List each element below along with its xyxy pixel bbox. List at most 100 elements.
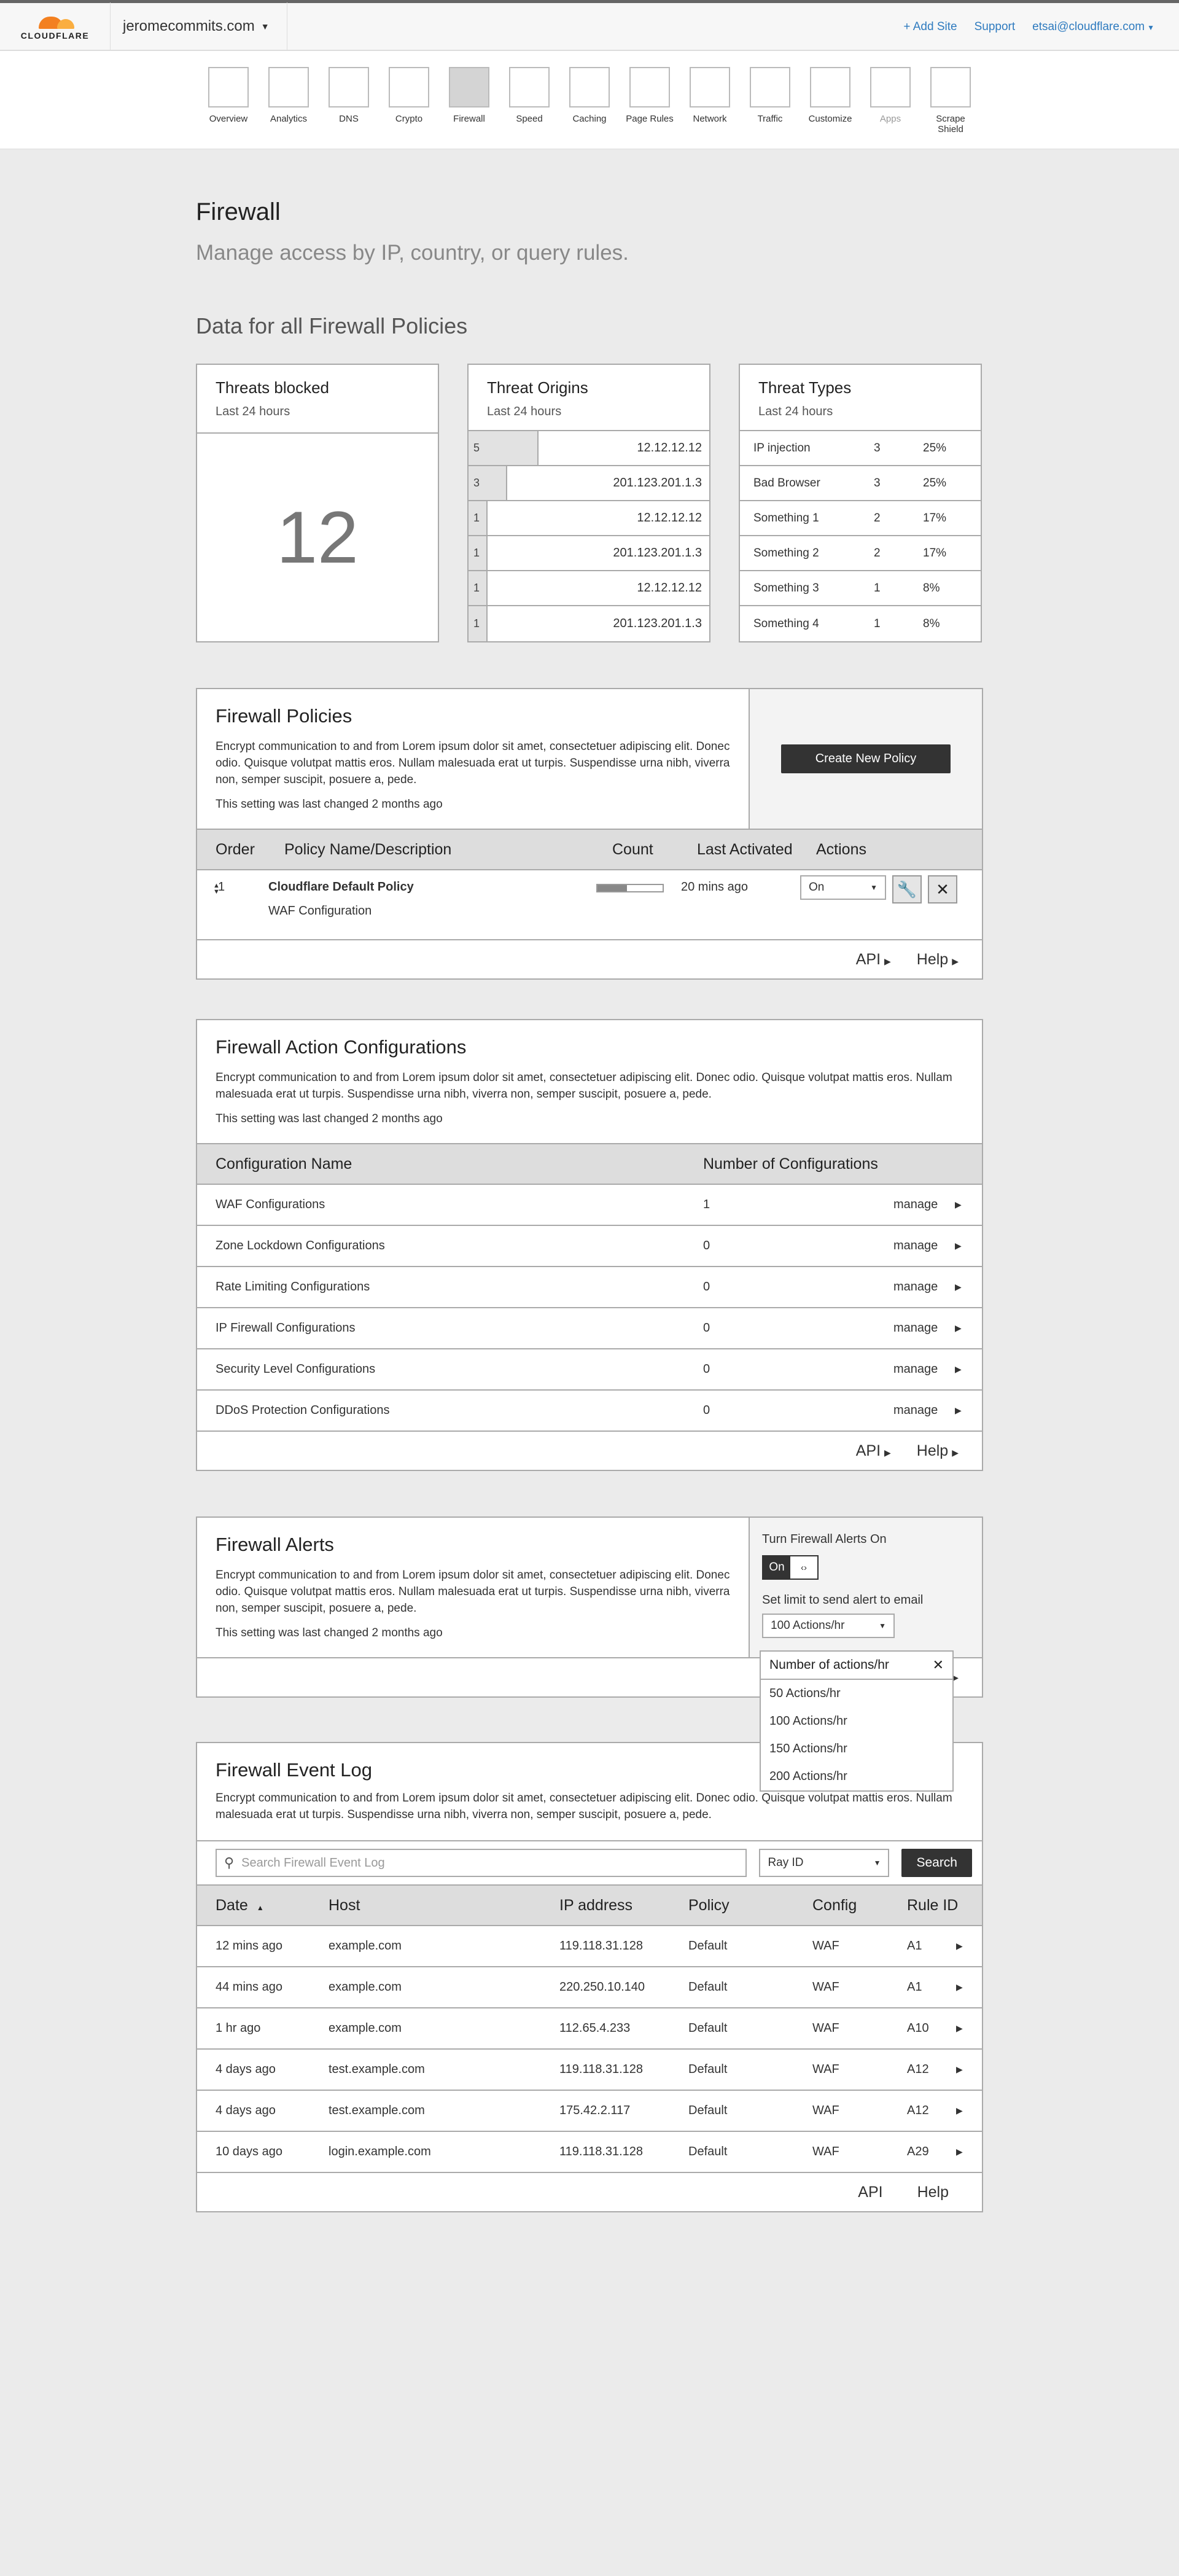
api-link[interactable]: API ▶: [856, 1442, 891, 1460]
help-link[interactable]: Help: [917, 2184, 949, 2201]
policy-name[interactable]: Cloudflare Default Policy: [268, 880, 596, 894]
search-filter-select[interactable]: Ray ID ▼: [759, 1849, 890, 1877]
data-heading: Data for all Firewall Policies: [196, 313, 468, 338]
nav-item-apps[interactable]: Apps: [860, 67, 920, 149]
caret-right-icon[interactable]: ▶: [955, 1200, 962, 1210]
type-row: Something 1 2 17%: [740, 501, 981, 536]
policy-state-select[interactable]: On ▼: [800, 875, 886, 900]
log-config: WAF: [812, 2063, 839, 2076]
network-icon: [690, 67, 730, 107]
dropdown-option[interactable]: 200 Actions/hr: [761, 1763, 952, 1790]
table-row[interactable]: 4 days ago test.example.com 175.42.2.117 De…: [197, 2091, 982, 2132]
manage-link[interactable]: manage: [893, 1362, 955, 1376]
limit-label: Set limit to send alert to email: [762, 1593, 924, 1607]
last-changed: This setting was last changed 2 months a…: [216, 798, 443, 811]
caret-right-icon[interactable]: ▶: [956, 2147, 963, 2157]
col-config-name[interactable]: Configuration Name: [197, 1155, 703, 1173]
dropdown-option[interactable]: 150 Actions/hr: [761, 1735, 952, 1763]
search-input[interactable]: ⚲ Search Firewall Event Log: [216, 1849, 747, 1877]
caret-right-icon[interactable]: ▶: [955, 1323, 962, 1333]
caret-right-icon[interactable]: ▶: [955, 1282, 962, 1292]
alert-limit-select[interactable]: 100 Actions/hr ▼: [762, 1614, 895, 1638]
type-row: Something 2 2 17%: [740, 536, 981, 571]
nav-item-crypto[interactable]: Crypto: [379, 67, 439, 149]
api-link[interactable]: API: [858, 2184, 882, 2201]
caret-right-icon[interactable]: ▶: [956, 2064, 963, 2075]
caret-right-icon: ▶: [952, 956, 959, 966]
table-row[interactable]: 10 days ago login.example.com 119.118.31.1…: [197, 2132, 982, 2173]
manage-link[interactable]: manage: [893, 1403, 955, 1418]
nav-item-scrape-shield[interactable]: Scrape Shield: [920, 67, 981, 149]
type-pct: 25%: [923, 441, 947, 455]
nav-item-overview[interactable]: Overview: [198, 67, 259, 149]
last-changed: This setting was last changed 2 months a…: [216, 1626, 443, 1639]
close-icon[interactable]: ✕: [933, 1657, 944, 1673]
api-link[interactable]: API ▶: [856, 951, 891, 969]
table-row[interactable]: 12 mins ago example.com 119.118.31.128 Defa…: [197, 1926, 982, 1967]
nav-item-caching[interactable]: Caching: [559, 67, 620, 149]
support-link[interactable]: Support: [975, 20, 1016, 34]
dropdown-option[interactable]: 100 Actions/hr: [761, 1708, 952, 1735]
add-site-link[interactable]: + Add Site: [903, 20, 957, 34]
table-row[interactable]: 1 hr ago example.com 112.65.4.233 Default WA…: [197, 2008, 982, 2050]
type-row: Something 4 1 8%: [740, 606, 981, 641]
nav-label: Network: [693, 114, 727, 124]
manage-link[interactable]: manage: [893, 1198, 955, 1212]
user-email: etsai@cloudflare.com: [1032, 20, 1145, 33]
table-row[interactable]: 44 mins ago example.com 220.250.10.140 Defa…: [197, 1967, 982, 2008]
nav-item-analytics[interactable]: Analytics: [259, 67, 319, 149]
table-row[interactable]: 4 days ago test.example.com 119.118.31.128…: [197, 2050, 982, 2091]
nav-item-firewall[interactable]: Firewall: [439, 67, 499, 149]
dropdown-option[interactable]: 50 Actions/hr: [761, 1680, 952, 1708]
caret-right-icon[interactable]: ▶: [955, 1405, 962, 1416]
nav-item-traffic[interactable]: Traffic: [740, 67, 800, 149]
caret-right-icon[interactable]: ▶: [955, 1241, 962, 1251]
chevron-down-icon: ▼: [879, 1622, 886, 1630]
col-order[interactable]: Order: [197, 841, 284, 859]
manage-link[interactable]: manage: [893, 1280, 955, 1294]
col-count[interactable]: Count: [612, 841, 697, 859]
manage-link[interactable]: manage: [893, 1321, 955, 1335]
col-host[interactable]: Host: [329, 1897, 559, 1914]
origin-count: 1: [473, 512, 480, 524]
card-text: Encrypt communication to and from Lorem …: [216, 1071, 952, 1101]
col-last-activated[interactable]: Last Activated: [697, 841, 816, 859]
type-count: 2: [874, 511, 881, 525]
alerts-toggle[interactable]: On ‹›: [762, 1555, 819, 1580]
caret-right-icon[interactable]: ▶: [956, 1982, 963, 1992]
search-button[interactable]: Search: [901, 1849, 972, 1877]
config-count: 0: [703, 1280, 710, 1294]
manage-link[interactable]: manage: [893, 1239, 955, 1253]
scrape-shield-icon: [930, 67, 971, 107]
drag-sort-icon[interactable]: ▲ ▼: [197, 880, 220, 939]
card-text: Encrypt communication to and from Lorem …: [216, 1569, 730, 1615]
caret-right-icon[interactable]: ▶: [955, 1364, 962, 1375]
user-menu[interactable]: etsai@cloudflare.com ▼: [1032, 20, 1154, 34]
nav-item-speed[interactable]: Speed: [499, 67, 559, 149]
cloudflare-logo[interactable]: CLOUDFLARE: [0, 2, 111, 50]
help-link[interactable]: Help ▶: [917, 1442, 959, 1460]
col-config-number[interactable]: Number of Configurations: [703, 1155, 878, 1173]
domain-selector[interactable]: jeromecommits.com ▼: [111, 2, 287, 50]
nav-label: Crypto: [395, 114, 423, 124]
toggle-on[interactable]: On: [763, 1556, 790, 1579]
nav-item-dns[interactable]: DNS: [319, 67, 379, 149]
col-ip[interactable]: IP address: [559, 1897, 688, 1914]
nav-item-customize[interactable]: Customize: [800, 67, 860, 149]
nav-item-network[interactable]: Network: [680, 67, 740, 149]
create-policy-button[interactable]: Create New Policy: [781, 744, 951, 773]
caret-right-icon[interactable]: ▶: [956, 2023, 963, 2034]
nav-item-page-rules[interactable]: Page Rules: [620, 67, 680, 149]
edit-policy-button[interactable]: 🔧: [892, 875, 922, 904]
col-rule[interactable]: Rule ID: [907, 1897, 958, 1914]
caret-right-icon[interactable]: ▶: [956, 2106, 963, 2116]
caret-right-icon[interactable]: ▶: [956, 1941, 963, 1951]
code-icon[interactable]: ‹›: [790, 1556, 817, 1579]
col-policy[interactable]: Policy: [688, 1897, 812, 1914]
delete-policy-button[interactable]: ✕: [928, 875, 957, 904]
col-date[interactable]: Date ▲: [216, 1897, 329, 1914]
type-row: Something 3 1 8%: [740, 571, 981, 606]
col-config[interactable]: Config: [812, 1897, 907, 1914]
col-name[interactable]: Policy Name/Description: [284, 841, 612, 859]
help-link[interactable]: Help ▶: [917, 951, 959, 969]
